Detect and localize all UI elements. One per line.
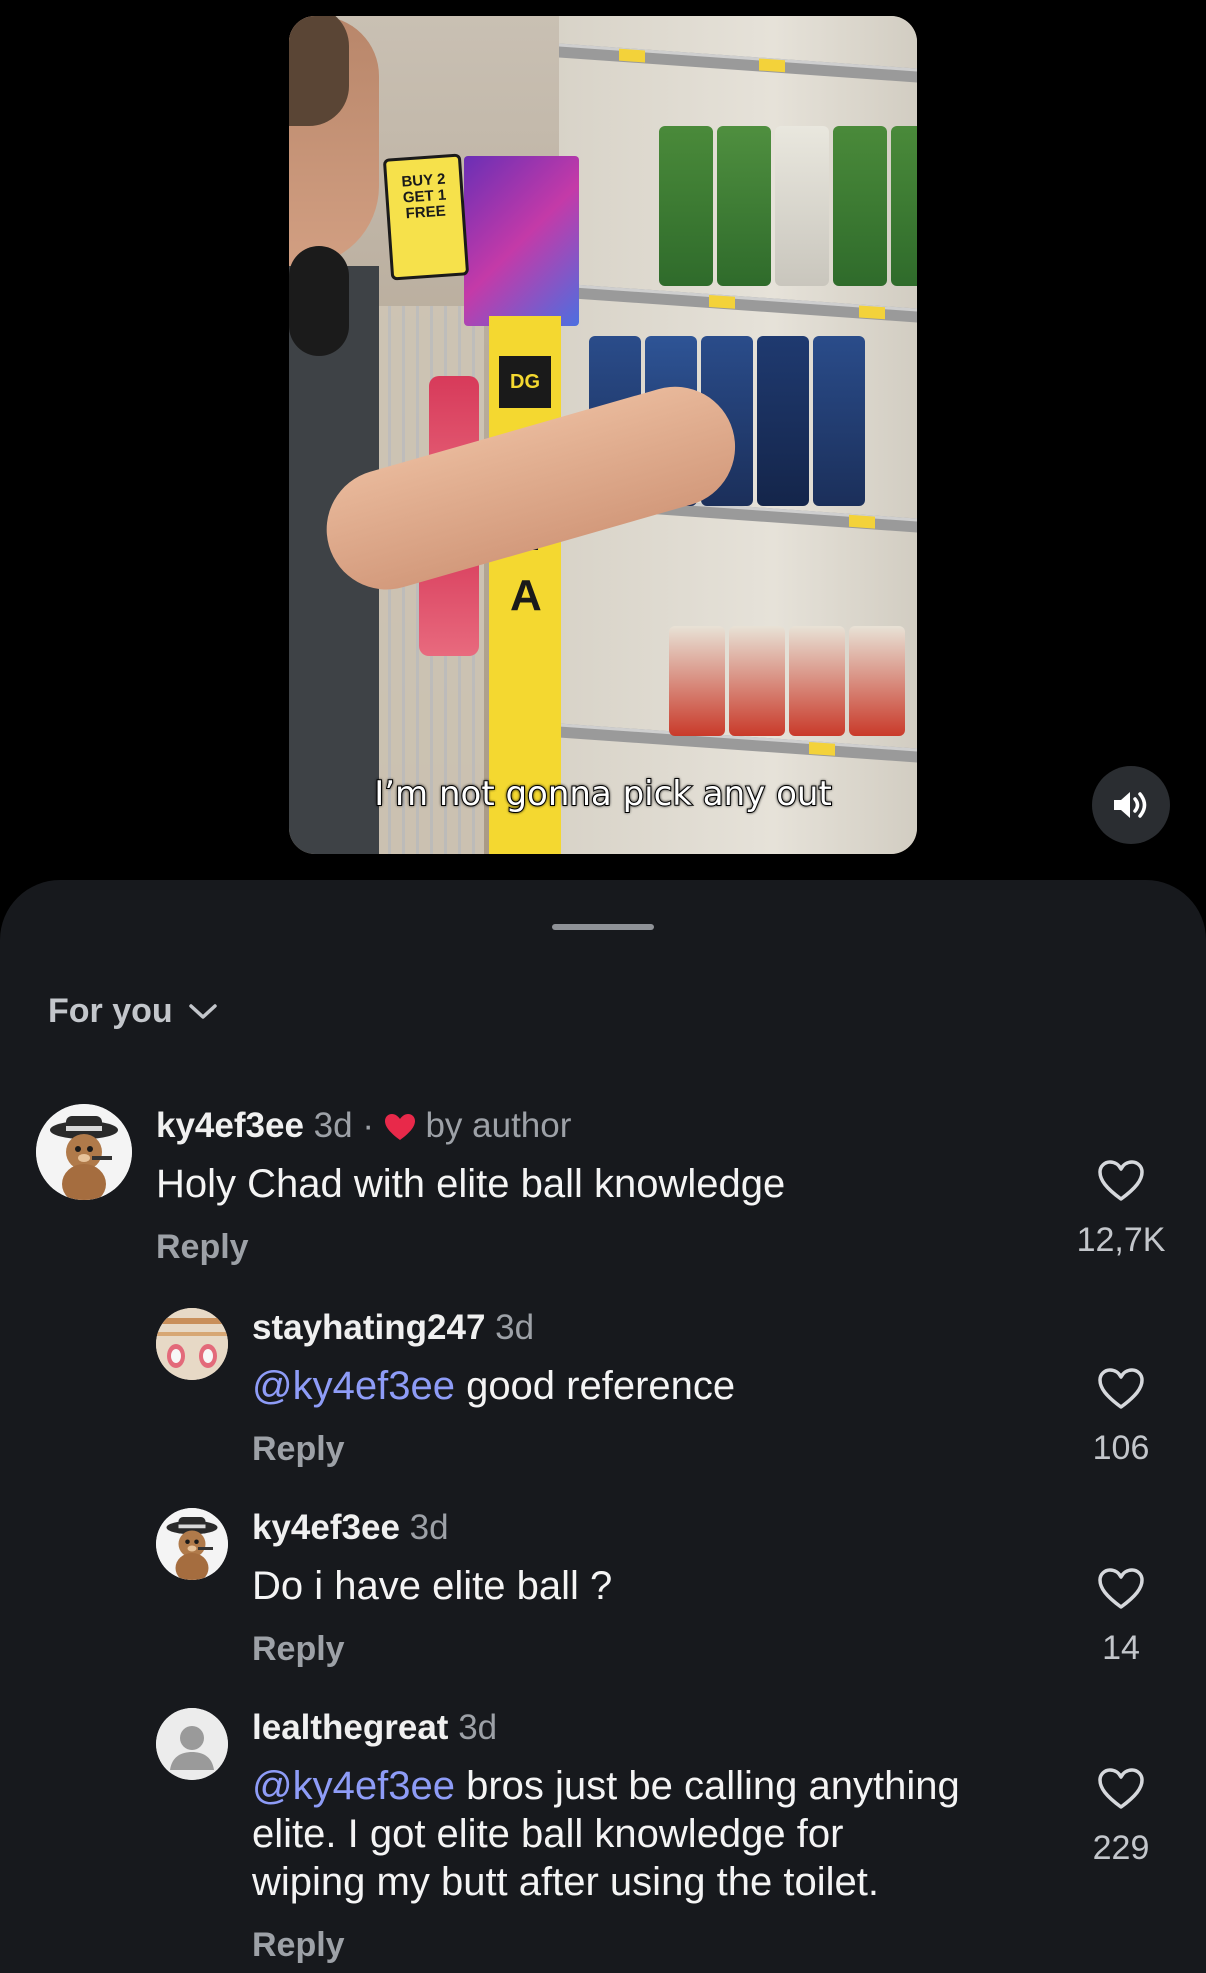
comment-text: @ky4ef3ee good reference: [252, 1362, 735, 1410]
comment-text: Holy Chad with elite ball knowledge: [156, 1162, 786, 1206]
comment-header: ky4ef3ee 3d · by author: [156, 1106, 571, 1146]
comment-body: bros just be calling anything: [454, 1764, 960, 1808]
like-count: 106: [1092, 1429, 1150, 1467]
comment-username[interactable]: ky4ef3ee: [156, 1106, 304, 1145]
comment-text: Do i have elite ball ?: [252, 1564, 613, 1608]
comment-text: @ky4ef3ee bros just be calling anything …: [252, 1762, 1052, 1906]
like-control[interactable]: 229: [1066, 1768, 1176, 1868]
meta-separator: ·: [362, 1106, 374, 1145]
heart-outline-icon: [1098, 1368, 1144, 1409]
comment-line: elite. I got elite ball knowledge for: [252, 1812, 844, 1856]
default-user-avatar-icon: [156, 1708, 228, 1780]
promo-sign: BUY 2 GET 1 FREE: [382, 153, 470, 281]
person-hair: [289, 16, 349, 126]
video-area: BUY 2 GET 1 FREE DG DEA I’m not gonna pi…: [0, 0, 1206, 880]
heart-filled-icon: [384, 1114, 415, 1140]
store-logo: DG: [499, 356, 551, 408]
speaker-icon: [1114, 792, 1147, 818]
comment-header: lealthegreat 3d: [252, 1708, 497, 1748]
heart-outline-icon: [1098, 1160, 1144, 1201]
headphones: [289, 246, 349, 356]
candy-display-box: [464, 156, 579, 326]
reply-button[interactable]: Reply: [156, 1228, 249, 1267]
liked-by-author-label: by author: [425, 1106, 572, 1145]
comments-sheet: For you ky4ef3ee 3d · by author Holy Cha…: [0, 880, 1206, 1973]
reply-button[interactable]: Reply: [252, 1926, 345, 1965]
comments-filter-dropdown[interactable]: For you: [48, 992, 219, 1031]
avatar[interactable]: [36, 1104, 132, 1200]
sound-button[interactable]: [1092, 766, 1170, 844]
avatar[interactable]: [156, 1508, 228, 1580]
comment-time: 3d: [313, 1106, 353, 1145]
comment-line: @ky4ef3ee bros just be calling anything: [252, 1762, 1052, 1810]
video-caption: I’m not gonna pick any out: [373, 773, 833, 815]
comment-header: ky4ef3ee 3d: [252, 1508, 449, 1548]
comment-time: 3d: [458, 1708, 498, 1747]
comment-time: 3d: [409, 1508, 449, 1547]
comment-header: stayhating247 3d: [252, 1308, 534, 1348]
teddy-bear-avatar-icon: [156, 1508, 228, 1580]
comment-body: good reference: [454, 1364, 736, 1408]
video-player[interactable]: BUY 2 GET 1 FREE DG DEA I’m not gonna pi…: [289, 16, 917, 854]
reply-button[interactable]: Reply: [252, 1630, 345, 1669]
like-control[interactable]: 106: [1066, 1368, 1176, 1468]
filter-label: For you: [48, 992, 173, 1030]
green-cans: [659, 126, 917, 286]
comment-username[interactable]: ky4ef3ee: [252, 1508, 400, 1547]
heart-outline-icon: [1098, 1768, 1144, 1809]
heart-outline-icon: [1098, 1568, 1144, 1609]
comment-line: wiping my butt after using the toilet.: [252, 1860, 879, 1904]
avatar[interactable]: [156, 1708, 228, 1780]
like-count: 12,7K: [1076, 1221, 1166, 1259]
avatar[interactable]: [156, 1308, 228, 1380]
teddy-bear-avatar-icon: [36, 1104, 132, 1200]
like-count: 229: [1092, 1829, 1150, 1867]
like-count: 14: [1102, 1629, 1140, 1667]
comment-username[interactable]: stayhating247: [252, 1308, 485, 1347]
like-control[interactable]: 12,7K: [1066, 1160, 1176, 1260]
comment-time: 3d: [495, 1308, 535, 1347]
reply-button[interactable]: Reply: [252, 1430, 345, 1469]
mention-link[interactable]: @ky4ef3ee: [252, 1364, 455, 1408]
like-control[interactable]: 14: [1066, 1568, 1176, 1668]
mention-link[interactable]: @ky4ef3ee: [252, 1764, 455, 1808]
chevron-down-icon: [188, 1003, 217, 1019]
sheet-drag-handle[interactable]: [552, 924, 654, 930]
abstract-photo-avatar-icon: [156, 1308, 228, 1380]
comment-username[interactable]: lealthegreat: [252, 1708, 448, 1747]
red-cans: [669, 626, 905, 736]
